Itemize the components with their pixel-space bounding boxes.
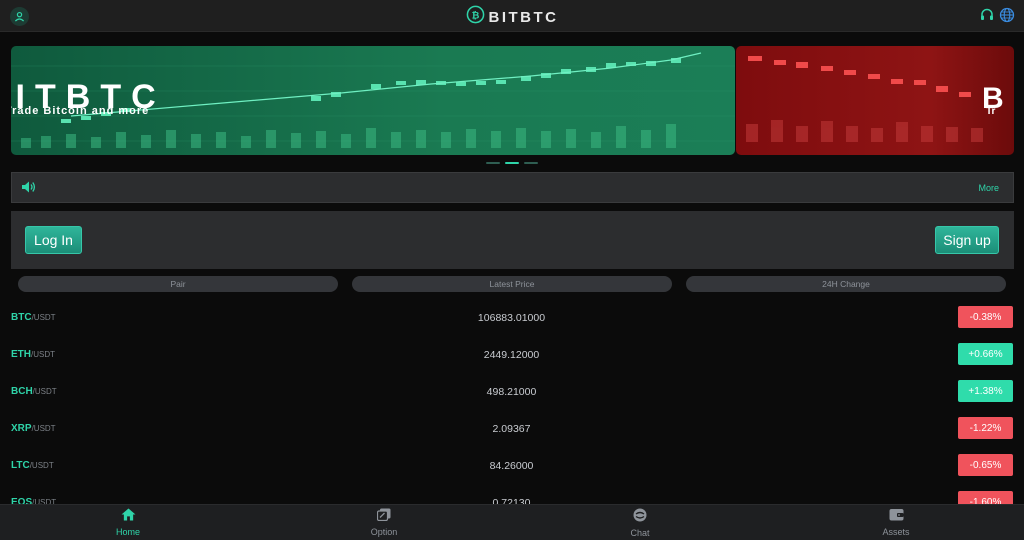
- nav-label-option: Option: [370, 527, 398, 537]
- option-icon: [376, 508, 391, 526]
- nav-item-chat[interactable]: Chat: [512, 505, 768, 540]
- pair-base: LTC: [11, 460, 30, 471]
- banner-carousel[interactable]: BITBTC Trade Bitcoin and more B Tr: [0, 32, 1024, 168]
- nav-label-assets: Assets: [882, 527, 910, 537]
- change-badge[interactable]: -1.22%: [958, 417, 1013, 439]
- latest-price: 2.09367: [492, 423, 531, 435]
- nav-item-option[interactable]: Option: [256, 505, 512, 540]
- column-header-24h-change[interactable]: 24H Change: [686, 276, 1006, 292]
- pair-base: ETH: [11, 349, 31, 360]
- bitcoin-logo-icon: ₿: [466, 5, 485, 29]
- wallet-icon: [889, 508, 904, 526]
- pair-cell[interactable]: BCH/USDT: [11, 386, 57, 397]
- globe-icon[interactable]: [998, 6, 1016, 24]
- banner-slide-red[interactable]: B Tr: [736, 46, 1014, 155]
- nav-label-home: Home: [115, 527, 140, 537]
- pair-cell[interactable]: LTC/USDT: [11, 460, 54, 471]
- carousel-dot[interactable]: [486, 162, 500, 164]
- brand: ₿ BITBTC: [0, 5, 1024, 29]
- nav-item-assets[interactable]: Assets: [768, 505, 1024, 540]
- banner-slide-green[interactable]: BITBTC Trade Bitcoin and more: [11, 46, 735, 155]
- svg-text:Tr: Tr: [986, 106, 996, 117]
- pair-cell[interactable]: ETH/USDT: [11, 349, 55, 360]
- market-table: BTC/USDT 106883.01000 -0.38% ETH/USDT 2449.1…: [0, 300, 1024, 504]
- nav-item-home[interactable]: Home: [0, 505, 256, 540]
- pair-cell[interactable]: XRP/USDT: [11, 423, 56, 434]
- change-badge[interactable]: +1.38%: [958, 380, 1013, 402]
- change-badge[interactable]: -1.60%: [958, 491, 1013, 504]
- latest-price: 2449.12000: [483, 349, 540, 361]
- table-row[interactable]: EOS/USDT 0.72130 -1.60%: [0, 485, 1024, 504]
- carousel-dot-active[interactable]: [505, 162, 519, 164]
- speaker-icon[interactable]: [21, 180, 37, 199]
- table-row[interactable]: BCH/USDT 498.21000 +1.38%: [0, 374, 1024, 411]
- carousel-dot[interactable]: [524, 162, 538, 164]
- carousel-dots: [0, 162, 1024, 164]
- pair-quote: /USDT: [32, 387, 57, 396]
- headset-icon[interactable]: [978, 6, 996, 24]
- table-row[interactable]: LTC/USDT 84.26000 -0.65%: [0, 448, 1024, 485]
- svg-text:₿: ₿: [471, 10, 479, 21]
- market-table-header: Pair Latest Price 24H Change: [0, 276, 1024, 292]
- chat-icon: [633, 508, 647, 527]
- pair-base: XRP: [11, 423, 32, 434]
- pair-base: BTC: [11, 312, 32, 323]
- bottom-nav: Home Option Chat Assets: [0, 504, 1024, 540]
- change-badge[interactable]: -0.38%: [958, 306, 1013, 328]
- table-row[interactable]: XRP/USDT 2.09367 -1.22%: [0, 411, 1024, 448]
- banner-tagline: Trade Bitcoin and more: [11, 105, 149, 117]
- pair-quote: /USDT: [29, 461, 54, 470]
- change-badge[interactable]: -0.65%: [958, 454, 1013, 476]
- table-row[interactable]: ETH/USDT 2449.12000 +0.66%: [0, 337, 1024, 374]
- column-header-pair[interactable]: Pair: [18, 276, 338, 292]
- column-header-latest-price[interactable]: Latest Price: [352, 276, 672, 292]
- pair-quote: /USDT: [31, 424, 56, 433]
- change-badge[interactable]: +0.66%: [958, 343, 1013, 365]
- pair-cell[interactable]: BTC/USDT: [11, 312, 56, 323]
- latest-price: 106883.01000: [477, 312, 546, 324]
- more-link[interactable]: More: [978, 183, 999, 193]
- pair-cell[interactable]: EOS/USDT: [11, 497, 56, 504]
- pair-quote: /USDT: [31, 313, 56, 322]
- nav-label-chat: Chat: [630, 527, 650, 538]
- table-row[interactable]: BTC/USDT 106883.01000 -0.38%: [0, 300, 1024, 337]
- auth-panel: Log In Sign up: [11, 211, 1014, 269]
- brand-name: BITBTC: [488, 8, 559, 26]
- pair-quote: /USDT: [31, 350, 55, 359]
- pair-base: BCH: [11, 386, 33, 397]
- home-icon: [121, 508, 136, 526]
- latest-price: 0.72130: [492, 497, 531, 504]
- signup-button[interactable]: Sign up: [935, 226, 999, 254]
- notice-bar: More: [11, 172, 1014, 203]
- app-header: ₿ BITBTC: [0, 0, 1024, 32]
- latest-price: 498.21000: [486, 386, 537, 398]
- login-button[interactable]: Log In: [25, 226, 82, 254]
- latest-price: 84.26000: [489, 460, 534, 472]
- pair-base: EOS: [11, 497, 33, 504]
